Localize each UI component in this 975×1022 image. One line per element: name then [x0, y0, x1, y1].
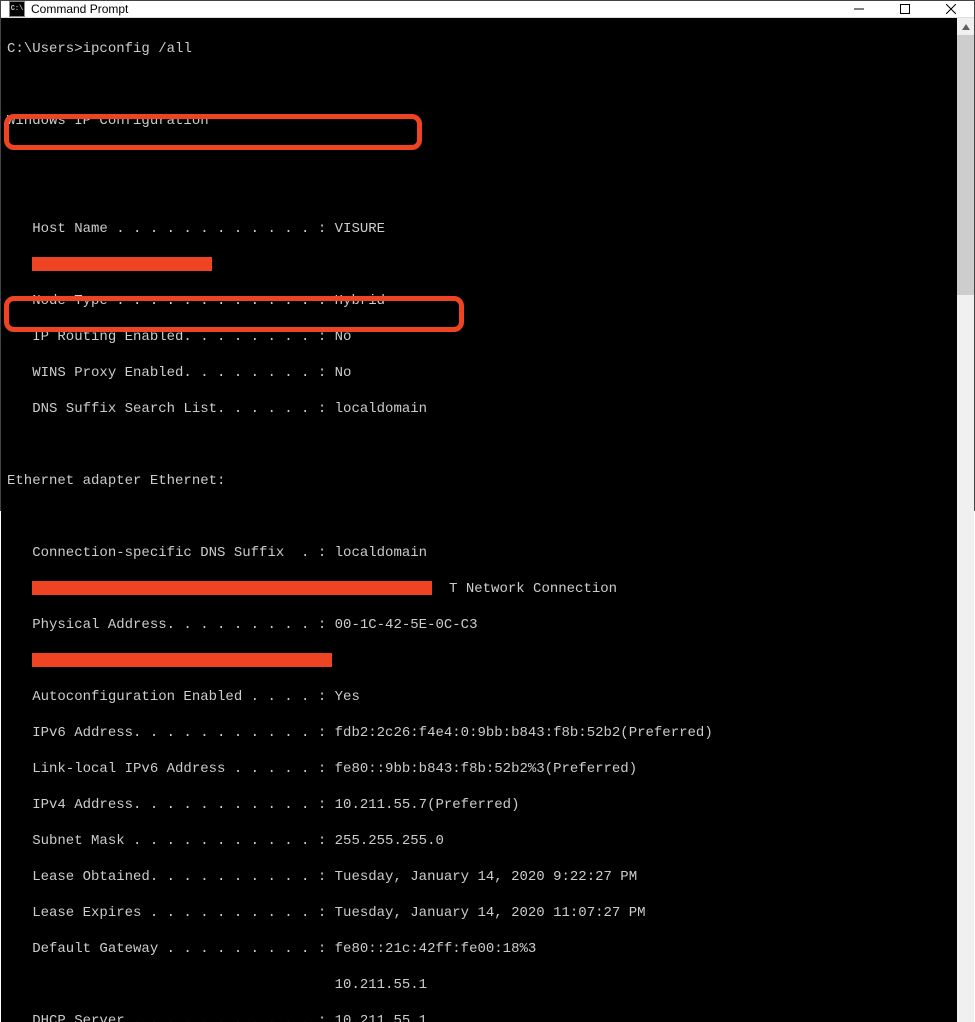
console-output[interactable]: C:\Users>ipconfig /all Windows IP Config… [1, 18, 957, 1022]
dns-suffix-row: DNS Suffix Search List. . . . . . : loca… [7, 400, 951, 418]
window-title: Command Prompt [31, 2, 128, 16]
close-icon [946, 4, 956, 14]
physical-address-row: Physical Address. . . . . . . . . : 00-1… [7, 616, 951, 634]
subnet-row: Subnet Mask . . . . . . . . . . . : 255.… [7, 832, 951, 850]
prompt-command: ipconfig /all [83, 41, 192, 57]
wins-proxy-row: WINS Proxy Enabled. . . . . . . . : No [7, 364, 951, 382]
node-type-row: Node Type . . . . . . . . . . . . : Hybr… [7, 292, 951, 310]
obscured-row [7, 652, 951, 670]
description-tail: T Network Connection [449, 581, 617, 597]
ipv4-row: IPv4 Address. . . . . . . . . . . : 10.2… [7, 796, 951, 814]
command-prompt-window: C:\ Command Prompt C:\Users>ipconfig /al… [0, 0, 975, 511]
section-header: Windows IP Configuration [7, 112, 951, 130]
scroll-up-button[interactable] [957, 18, 974, 35]
scroll-thumb[interactable] [957, 35, 974, 295]
conn-dns-row: Connection-specific DNS Suffix . : local… [7, 544, 951, 562]
maximize-icon [900, 4, 910, 14]
maximize-button[interactable] [882, 1, 928, 17]
vertical-scrollbar[interactable] [957, 18, 974, 1022]
scroll-track[interactable] [957, 35, 974, 1022]
lease-exp-row: Lease Expires . . . . . . . . . . : Tues… [7, 904, 951, 922]
prompt-path: C:\Users> [7, 41, 83, 57]
lease-obt-row: Lease Obtained. . . . . . . . . . : Tues… [7, 868, 951, 886]
window-controls [836, 1, 974, 17]
dhcp-server-row: DHCP Server . . . . . . . . . . . : 10.2… [7, 1012, 951, 1022]
minimize-icon [854, 4, 864, 14]
autoconfig-row: Autoconfiguration Enabled . . . . : Yes [7, 688, 951, 706]
link-local-row: Link-local IPv6 Address . . . . . : fe80… [7, 760, 951, 778]
app-icon: C:\ [9, 1, 25, 17]
ip-routing-row: IP Routing Enabled. . . . . . . . : No [7, 328, 951, 346]
prompt-line: C:\Users>ipconfig /all [7, 40, 951, 58]
obscured-row [7, 256, 951, 274]
gateway-row-2: 10.211.55.1 [7, 976, 951, 994]
title-bar[interactable]: C:\ Command Prompt [1, 1, 974, 18]
ipv6-row: IPv6 Address. . . . . . . . . . . : fdb2… [7, 724, 951, 742]
minimize-button[interactable] [836, 1, 882, 17]
eth-adapter-header: Ethernet adapter Ethernet: [7, 472, 951, 490]
chevron-up-icon [962, 24, 970, 30]
close-button[interactable] [928, 1, 974, 17]
host-name-row: Host Name . . . . . . . . . . . . : VISU… [7, 220, 951, 238]
gateway-row-1: Default Gateway . . . . . . . . . : fe80… [7, 940, 951, 958]
description-row: T Network Connection [7, 580, 951, 598]
